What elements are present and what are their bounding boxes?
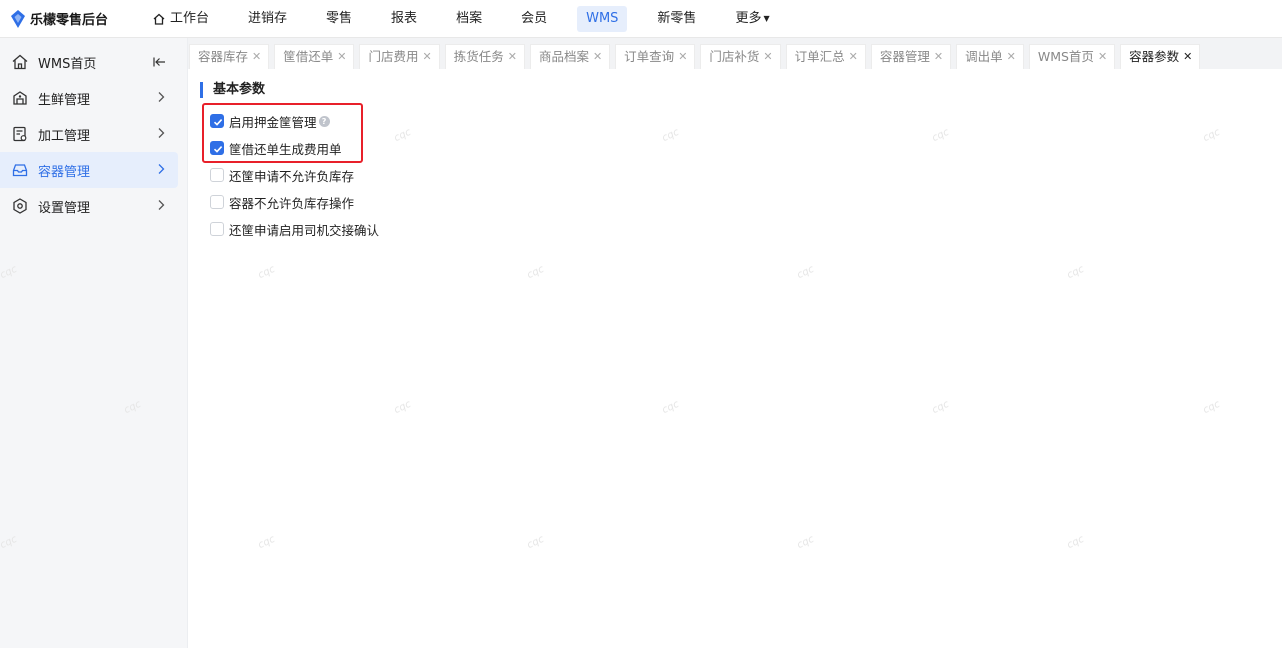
sidebar-item-fresh[interactable]: 生鲜管理: [0, 80, 178, 116]
home-icon: [153, 13, 165, 25]
nav-member[interactable]: 会员: [512, 6, 556, 32]
tab-container-params[interactable]: 容器参数 ✕: [1120, 44, 1201, 69]
section-title: 基本参数: [200, 82, 265, 98]
close-icon[interactable]: ✕: [593, 45, 602, 69]
check-icon: [213, 119, 223, 126]
option-label: 启用押金筐管理: [229, 114, 317, 130]
close-icon[interactable]: ✕: [508, 45, 517, 69]
close-icon[interactable]: ✕: [1007, 45, 1016, 69]
chevron-right-icon: [158, 200, 165, 210]
checkbox-unchecked[interactable]: [210, 195, 224, 209]
nav-reports[interactable]: 报表: [382, 6, 426, 32]
close-icon[interactable]: ✕: [849, 45, 858, 69]
sidebar-item-wms-home[interactable]: WMS首页: [0, 44, 178, 80]
tab-label: 订单查询: [624, 49, 675, 64]
close-icon[interactable]: ✕: [422, 45, 431, 69]
tab-order-query[interactable]: 订单查询 ✕: [615, 44, 696, 69]
close-icon[interactable]: ✕: [763, 45, 772, 69]
tab-label: 容器库存: [198, 49, 249, 64]
process-icon: [13, 126, 27, 142]
tab-store-replenish[interactable]: 门店补货 ✕: [700, 44, 781, 69]
tab-label: WMS首页: [1037, 49, 1094, 64]
tab-label: 订单汇总: [794, 49, 845, 64]
sidebar-item-container[interactable]: 容器管理: [0, 152, 178, 188]
app-logo[interactable]: 乐檬零售后台: [0, 0, 140, 38]
close-icon[interactable]: ✕: [252, 45, 261, 69]
checkbox-unchecked[interactable]: [210, 222, 224, 236]
sidebar-item-label: 容器管理: [38, 164, 91, 180]
tab-label: 筐借还单: [283, 49, 334, 64]
option-label: 筐借还单生成费用单: [229, 141, 342, 157]
sidebar-item-processing[interactable]: 加工管理: [0, 116, 178, 152]
help-icon[interactable]: ?: [318, 115, 330, 127]
home-outline-icon: [12, 54, 28, 70]
nav-new-retail[interactable]: 新零售: [648, 6, 705, 32]
tab-label: 商品档案: [538, 49, 589, 64]
nav-workbench[interactable]: 工作台: [144, 6, 218, 32]
top-bar: 乐檬零售后台 工作台 进销存 零售 报表 档案 会员 WMS 新零售 更多 ▼: [0, 0, 1282, 38]
checkbox-checked[interactable]: [210, 141, 224, 155]
chevron-right-icon: [158, 164, 165, 174]
tab-container-stock[interactable]: 容器库存 ✕: [189, 44, 270, 69]
sidebar-item-label: 加工管理: [38, 128, 91, 144]
tab-label: 容器参数: [1129, 49, 1180, 64]
chevron-right-icon: [158, 92, 165, 102]
sidebar-item-label: 生鲜管理: [38, 92, 91, 108]
tab-container-manage[interactable]: 容器管理 ✕: [870, 44, 952, 69]
tab-picking-task[interactable]: 拣货任务 ✕: [444, 44, 525, 69]
checkbox-checked[interactable]: [210, 114, 224, 128]
close-icon[interactable]: ✕: [678, 45, 687, 69]
fresh-icon: [13, 91, 27, 105]
tab-bar: 容器库存 ✕ 筐借还单 ✕ 门店费用 ✕ 拣货任务 ✕ 商品档案 ✕ 订单查询 ✕ 门店补货…: [188, 38, 1282, 69]
logo-icon: [11, 9, 25, 28]
option-label: 还筐申请不允许负库存: [229, 168, 355, 184]
tab-product-archive[interactable]: 商品档案 ✕: [529, 44, 611, 69]
option-driver-handover[interactable]: 还筐申请启用司机交接确认: [210, 220, 379, 238]
checkbox-unchecked[interactable]: [210, 168, 224, 182]
option-label: 容器不允许负库存操作: [229, 195, 355, 211]
nav-more[interactable]: 更多 ▼: [726, 6, 778, 32]
tab-label: 门店费用: [368, 49, 419, 64]
check-icon: [213, 146, 223, 153]
option-container-no-negative[interactable]: 容器不允许负库存操作: [210, 193, 354, 211]
nav-retail[interactable]: 零售: [317, 6, 361, 32]
collapse-sidebar-icon[interactable]: [153, 55, 167, 69]
tab-wms-home[interactable]: WMS首页 ✕: [1028, 44, 1116, 69]
nav-label: 工作台: [170, 10, 210, 26]
tab-label: 拣货任务: [453, 49, 504, 64]
caret-down-icon: ▼: [763, 13, 770, 23]
tab-label: 门店补货: [709, 49, 760, 64]
nav-label: 更多: [735, 10, 762, 26]
sidebar: WMS首页 生鲜管理 加工管理 容器管理 设置管理: [0, 38, 188, 648]
top-nav: 工作台 进销存 零售 报表 档案 会员 WMS 新零售 更多 ▼: [140, 0, 800, 38]
nav-inventory[interactable]: 进销存: [239, 6, 296, 32]
tab-label: 容器管理: [879, 49, 930, 64]
settings-icon: [13, 198, 27, 214]
close-icon[interactable]: ✕: [934, 45, 943, 69]
option-deposit-basket[interactable]: 启用押金筐管理 ?: [210, 112, 330, 130]
sidebar-item-settings[interactable]: 设置管理: [0, 188, 178, 224]
chevron-right-icon: [158, 128, 165, 138]
nav-archive[interactable]: 档案: [447, 6, 491, 32]
sidebar-item-label: WMS首页: [38, 56, 97, 72]
tab-transfer-out[interactable]: 调出单 ✕: [956, 44, 1024, 69]
option-label: 还筐申请启用司机交接确认: [229, 222, 380, 238]
sidebar-item-label: 设置管理: [38, 200, 91, 216]
tab-basket-loan[interactable]: 筐借还单 ✕: [274, 44, 355, 69]
app-title: 乐檬零售后台: [30, 13, 109, 28]
close-icon[interactable]: ✕: [1098, 45, 1107, 69]
container-icon: [12, 164, 28, 177]
tab-order-summary[interactable]: 订单汇总 ✕: [785, 44, 866, 69]
option-return-no-negative[interactable]: 还筐申请不允许负库存: [210, 166, 354, 184]
option-basket-fee-bill[interactable]: 筐借还单生成费用单: [210, 139, 342, 157]
tab-store-fees[interactable]: 门店费用 ✕: [359, 44, 440, 69]
close-icon[interactable]: ✕: [337, 45, 346, 69]
tab-label: 调出单: [965, 49, 1003, 64]
main-content: 基本参数 启用押金筐管理 ? 筐借还单生成费用单 还筐申请不允许负库存 容器不允…: [188, 69, 1282, 648]
nav-wms[interactable]: WMS: [577, 5, 628, 32]
close-icon[interactable]: ✕: [1183, 45, 1192, 69]
